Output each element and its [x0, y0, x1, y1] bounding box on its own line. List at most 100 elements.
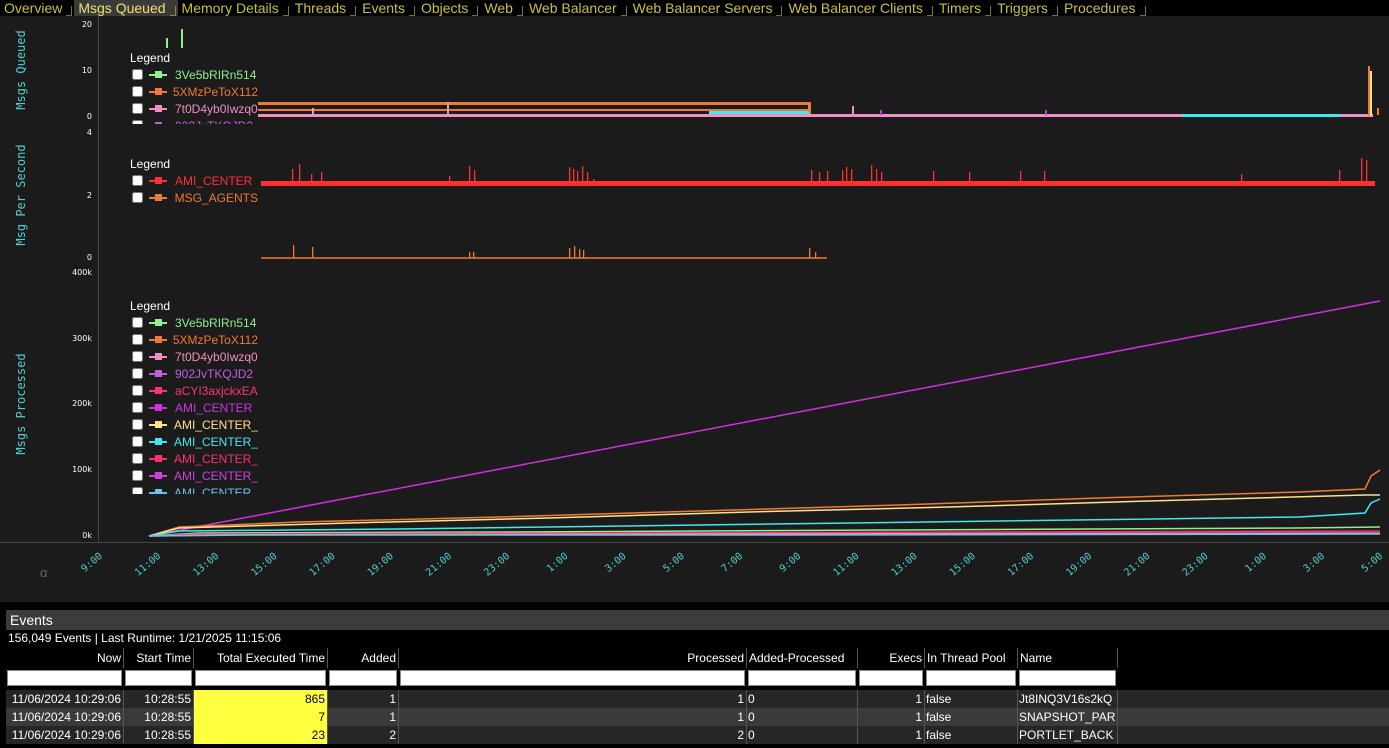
bar-spike	[1241, 174, 1243, 184]
legend-item: AMI_CENTER	[130, 172, 258, 189]
bar-spike	[469, 252, 471, 258]
column-filter-input[interactable]	[748, 670, 856, 686]
y-axis-label: Msgs Queued	[14, 30, 28, 110]
legend-checkbox[interactable]	[132, 385, 143, 396]
legend-checkbox[interactable]	[132, 103, 143, 114]
legend: Legend 3Ve5bRIRn514 5XMzPeToX112 7t0D4yb0I…	[130, 298, 258, 494]
x-tick-label: 3:00	[1302, 551, 1328, 575]
column-filter-input[interactable]	[1019, 670, 1116, 686]
tab-threads[interactable]: Threads	[291, 0, 358, 16]
legend-checkbox[interactable]	[132, 86, 143, 97]
tab-web-balancer[interactable]: Web Balancer	[525, 0, 629, 16]
tab-timers[interactable]: Timers	[935, 0, 993, 16]
column-header[interactable]: Total Executed Time	[194, 648, 328, 668]
x-tick-label: 5:00	[661, 551, 687, 575]
column-header[interactable]: Start Time	[124, 648, 194, 668]
legend-swatch	[149, 176, 167, 186]
tab-corner-mark	[776, 6, 783, 16]
bar-spike	[1044, 171, 1046, 184]
bar-spike	[1020, 171, 1022, 184]
table-cell: 0	[747, 726, 858, 744]
legend-checkbox[interactable]	[132, 470, 143, 481]
column-header[interactable]: Name	[1018, 648, 1118, 668]
tab-web-balancer-clients[interactable]: Web Balancer Clients	[784, 0, 934, 16]
y-axis: Msg Per Second 4 2 0	[0, 124, 99, 265]
tab-web-balancer-servers[interactable]: Web Balancer Servers	[629, 0, 785, 16]
y-tick: 200k	[72, 399, 92, 408]
legend-label: AMI_CENTER_	[173, 417, 258, 432]
tab-procedures[interactable]: Procedures	[1060, 0, 1148, 16]
bar-spike	[852, 106, 854, 115]
column-filter-input[interactable]	[400, 670, 745, 686]
tab-label: Web Balancer Servers	[632, 0, 773, 16]
column-header[interactable]: Added-Processed	[747, 648, 858, 668]
legend-checkbox[interactable]	[132, 317, 143, 328]
legend-swatch	[149, 403, 167, 413]
legend-checkbox[interactable]	[132, 436, 143, 447]
tab-label: Web Balancer	[528, 0, 617, 16]
column-filter-input[interactable]	[926, 670, 1016, 686]
series-line	[148, 469, 1381, 537]
column-filter-input[interactable]	[859, 670, 923, 686]
msg-per-second-panel: Msg Per Second 4 2 0 Legend AMI_CENTER MS…	[0, 124, 1389, 266]
table-cell: 11/06/2024 10:29:06	[6, 690, 124, 708]
column-filter-input[interactable]	[125, 670, 192, 686]
y-tick: 2	[86, 191, 92, 200]
legend-swatch	[149, 454, 167, 464]
bar-spike	[311, 174, 313, 184]
tab-objects[interactable]: Objects	[417, 0, 480, 16]
legend-label: AMI_CENTER_	[173, 485, 258, 495]
tab-triggers[interactable]: Triggers	[993, 0, 1060, 16]
legend-checkbox[interactable]	[132, 453, 143, 464]
tab-overview[interactable]: Overview	[0, 0, 74, 16]
table-row[interactable]: 11/06/2024 10:29:06 10:28:55 23 2 2 0 1 false PO…	[6, 726, 1389, 744]
bar-spike	[166, 38, 168, 48]
alpha-label: α	[40, 565, 48, 580]
bar-spike	[933, 171, 935, 184]
bar-spike	[842, 170, 844, 184]
bar-spike	[811, 170, 813, 184]
legend-item: 7t0D4yb0Iwzq0	[130, 100, 258, 117]
x-tick-label: 13:00	[191, 551, 221, 579]
table-cell: 2	[399, 726, 747, 744]
bar-spike	[447, 102, 449, 114]
column-filter-input[interactable]	[329, 670, 397, 686]
tab-memory-details[interactable]: Memory Details	[178, 0, 291, 16]
legend-item: 3Ve5bRIRn514	[130, 314, 258, 331]
legend-label: AMI_CENTER_	[173, 451, 258, 466]
tab-label: Memory Details	[181, 0, 279, 16]
legend-checkbox[interactable]	[132, 69, 143, 80]
column-header[interactable]: Added	[328, 648, 399, 668]
table-row[interactable]: 11/06/2024 10:29:06 10:28:55 7 1 1 0 1 false SNA…	[6, 708, 1389, 726]
column-header[interactable]: Now	[6, 648, 124, 668]
legend-checkbox[interactable]	[132, 368, 143, 379]
column-header[interactable]: Processed	[399, 648, 747, 668]
legend-item: AMI_CENTER_	[130, 416, 258, 433]
legend-checkbox[interactable]	[132, 351, 143, 362]
column-filter-input[interactable]	[7, 670, 122, 686]
column-header[interactable]: In Thread Pool	[925, 648, 1018, 668]
bar-spike	[569, 167, 571, 184]
series-line	[709, 111, 809, 114]
legend-checkbox[interactable]	[132, 175, 143, 186]
column-header[interactable]: Execs	[858, 648, 925, 668]
bar-spike	[809, 248, 811, 258]
legend-checkbox[interactable]	[132, 334, 143, 345]
legend-item: 5XMzPeToX112	[130, 331, 258, 348]
tab-label: Web Balancer Clients	[788, 0, 923, 16]
tab-web[interactable]: Web	[480, 0, 525, 16]
tab-events[interactable]: Events	[358, 0, 417, 16]
bar-spike	[569, 248, 571, 258]
bar-spike	[299, 164, 301, 184]
column-filter-input[interactable]	[195, 670, 326, 686]
tab-msgs-queued[interactable]: Msgs Queued	[74, 0, 178, 16]
legend-checkbox[interactable]	[132, 402, 143, 413]
legend-checkbox[interactable]	[132, 419, 143, 430]
legend-checkbox[interactable]	[132, 192, 143, 203]
x-tick-label: 11:00	[133, 551, 163, 579]
bar-spike	[819, 172, 821, 184]
legend-checkbox[interactable]	[132, 487, 143, 494]
table-cell: 1	[399, 690, 747, 708]
table-row[interactable]: 11/06/2024 10:29:06 10:28:55 865 1 1 0 1 false J…	[6, 690, 1389, 708]
bar-spike	[593, 179, 595, 184]
